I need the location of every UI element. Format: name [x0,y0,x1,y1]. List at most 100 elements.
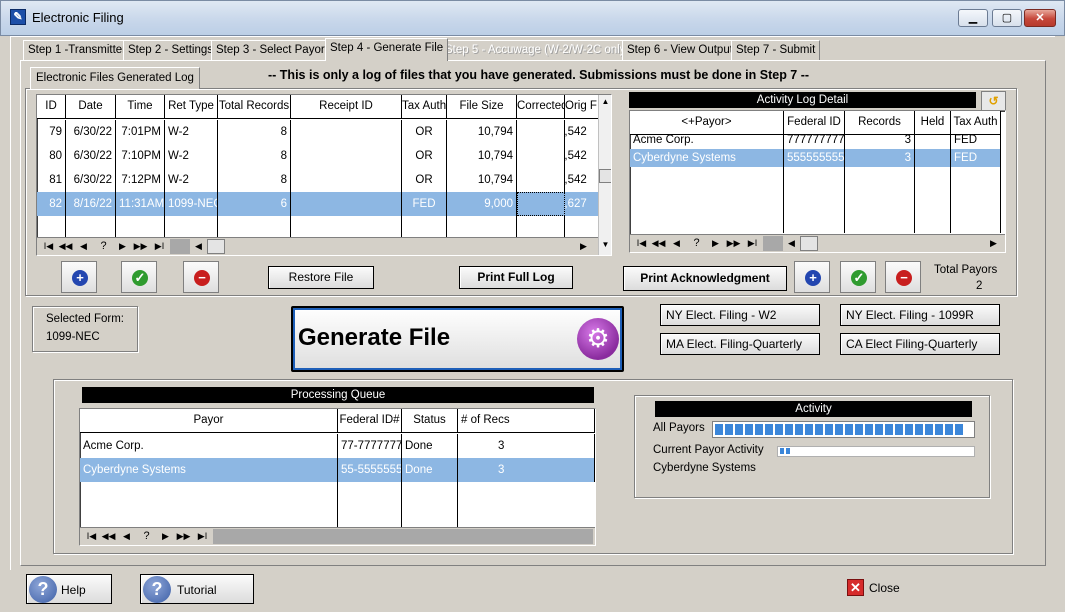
title-bar [0,0,1065,36]
help-button[interactable]: ? Help [26,574,112,604]
cell-file-size: 10,794 [447,144,517,168]
help-nav-icon[interactable]: ? [688,236,705,251]
first-record-icon[interactable]: I◀ [83,529,100,544]
add-payor-button[interactable]: + [794,261,830,293]
help-label: Help [61,583,86,597]
cell-federal-id: 555555555 [784,149,845,167]
scroll-thumb[interactable] [763,236,783,251]
ca-quarterly-button[interactable]: CA Elect Filing-Quarterly [840,333,1000,355]
activity-log-grid[interactable]: <+Payor> Federal ID Records Held Tax Aut… [629,110,1006,253]
col-header[interactable]: Federal ID# [338,409,402,433]
tab-step-5[interactable]: Step 5 - Accuwage (W-2/W-2C only) [440,40,635,60]
col-header[interactable]: ID [37,95,66,119]
window-title: Electronic Filing [32,10,124,25]
scroll-right-icon[interactable]: ▶ [985,236,1002,251]
prev-record-icon[interactable]: ◀ [668,236,685,251]
prev-page-icon[interactable]: ◀◀ [650,236,667,251]
scroll-left-icon[interactable]: ◀ [783,236,800,251]
last-record-icon[interactable]: ▶I [744,236,761,251]
first-record-icon[interactable]: I◀ [40,239,57,254]
tab-step-1[interactable]: Step 1 -Transmitter [23,40,131,60]
generate-file-button[interactable]: Generate File ⚙ [291,306,624,372]
log-vertical-scrollbar[interactable]: ▲ ▼ [598,95,611,255]
add-file-button[interactable]: + [61,261,97,293]
prev-page-icon[interactable]: ◀◀ [100,529,117,544]
log-tab[interactable]: Electronic Files Generated Log [30,67,200,89]
scroll-thumb[interactable] [170,239,190,254]
all-payors-label: All Payors [653,422,705,434]
cell-federal-id: 777777777 [784,131,845,149]
scroll-track[interactable] [213,529,593,544]
scroll-up-icon[interactable]: ▲ [599,97,611,106]
cell-file-size: 9,000 [447,192,517,216]
scroll-thumb[interactable] [207,239,225,254]
cell-time: 7:01PM [116,120,165,144]
col-header[interactable]: Date [66,95,116,119]
next-record-icon[interactable]: ▶ [157,529,174,544]
tab-step-7[interactable]: Step 7 - Submit [731,40,821,60]
prev-page-icon[interactable]: ◀◀ [57,239,74,254]
progress-segment [925,424,933,435]
print-acknowledgment-button[interactable]: Print Acknowledgment [623,266,787,291]
col-header[interactable]: Corrected [517,95,565,119]
edit-payor-button[interactable]: ✓ [840,261,876,293]
last-record-icon[interactable]: ▶I [151,239,168,254]
restore-file-button[interactable]: Restore File [268,266,374,289]
delete-payor-button[interactable]: − [885,261,921,293]
ny-w2-button[interactable]: NY Elect. Filing - W2 [660,304,820,326]
next-page-icon[interactable]: ▶▶ [175,529,192,544]
next-page-icon[interactable]: ▶▶ [132,239,149,254]
tab-step-6[interactable]: Step 6 - View Output [622,40,738,60]
tab-step-2[interactable]: Step 2 - Settings [123,40,219,60]
col-header[interactable]: Time [116,95,165,119]
col-header[interactable]: Payor [80,409,338,433]
col-header[interactable]: Total Records [218,95,291,119]
progress-segment [825,424,833,435]
scroll-right-icon[interactable]: ▶ [575,239,592,254]
col-header[interactable]: Ret Type [165,95,218,119]
close-button[interactable]: ✕ Close [843,576,909,599]
processing-queue-grid[interactable]: Payor Federal ID# Status # of Recs Acme … [79,408,596,546]
help-nav-icon[interactable]: ? [138,529,155,544]
col-header[interactable]: Tax Auth [402,95,447,119]
edit-file-button[interactable]: ✓ [121,261,157,293]
scroll-down-icon[interactable]: ▼ [599,240,611,249]
col-header[interactable]: File Size [447,95,517,119]
cell-date: 6/30/22 [66,168,116,192]
help-nav-icon[interactable]: ? [95,239,112,254]
col-header[interactable]: Orig F [565,95,599,119]
app-icon: ✎ [10,9,26,25]
gears-icon: ⚙ [577,318,619,360]
first-record-icon[interactable]: I◀ [633,236,650,251]
close-window-button[interactable]: ✕ [1024,9,1056,27]
prev-record-icon[interactable]: ◀ [75,239,92,254]
refresh-icon[interactable]: ↺ [981,91,1006,111]
cell-date: 8/16/22 [66,192,116,216]
tab-step-4[interactable]: Step 4 - Generate File [325,38,449,61]
scroll-thumb[interactable] [800,236,818,251]
minimize-button[interactable]: ▁ [958,9,988,27]
log-notice: -- This is only a log of files that you … [268,68,810,82]
help-icon: ? [29,576,57,603]
tab-step-3[interactable]: Step 3 - Select Payors [211,40,336,60]
log-grid[interactable]: ID Date Time Ret Type Total Records Rece… [36,94,612,256]
empty-cell [80,482,338,527]
scroll-thumb[interactable] [599,169,611,183]
print-full-log-button[interactable]: Print Full Log [459,266,573,289]
ny-1099r-button[interactable]: NY Elect. Filing - 1099R [840,304,1000,326]
cell-orig: 8,542 [565,168,599,192]
scroll-left-icon[interactable]: ◀ [190,239,207,254]
prev-record-icon[interactable]: ◀ [118,529,135,544]
cell-corrected [517,144,565,168]
next-page-icon[interactable]: ▶▶ [725,236,742,251]
ma-quarterly-button[interactable]: MA Elect. Filing-Quarterly [660,333,820,355]
next-record-icon[interactable]: ▶ [707,236,724,251]
tutorial-button[interactable]: ? Tutorial [140,574,254,604]
col-header[interactable]: # of Recs [458,409,595,433]
delete-file-button[interactable]: − [183,261,219,293]
col-header[interactable]: Status [402,409,458,433]
col-header[interactable]: Receipt ID [291,95,402,119]
last-record-icon[interactable]: ▶I [194,529,211,544]
maximize-button[interactable]: ▢ [992,9,1022,27]
next-record-icon[interactable]: ▶ [114,239,131,254]
